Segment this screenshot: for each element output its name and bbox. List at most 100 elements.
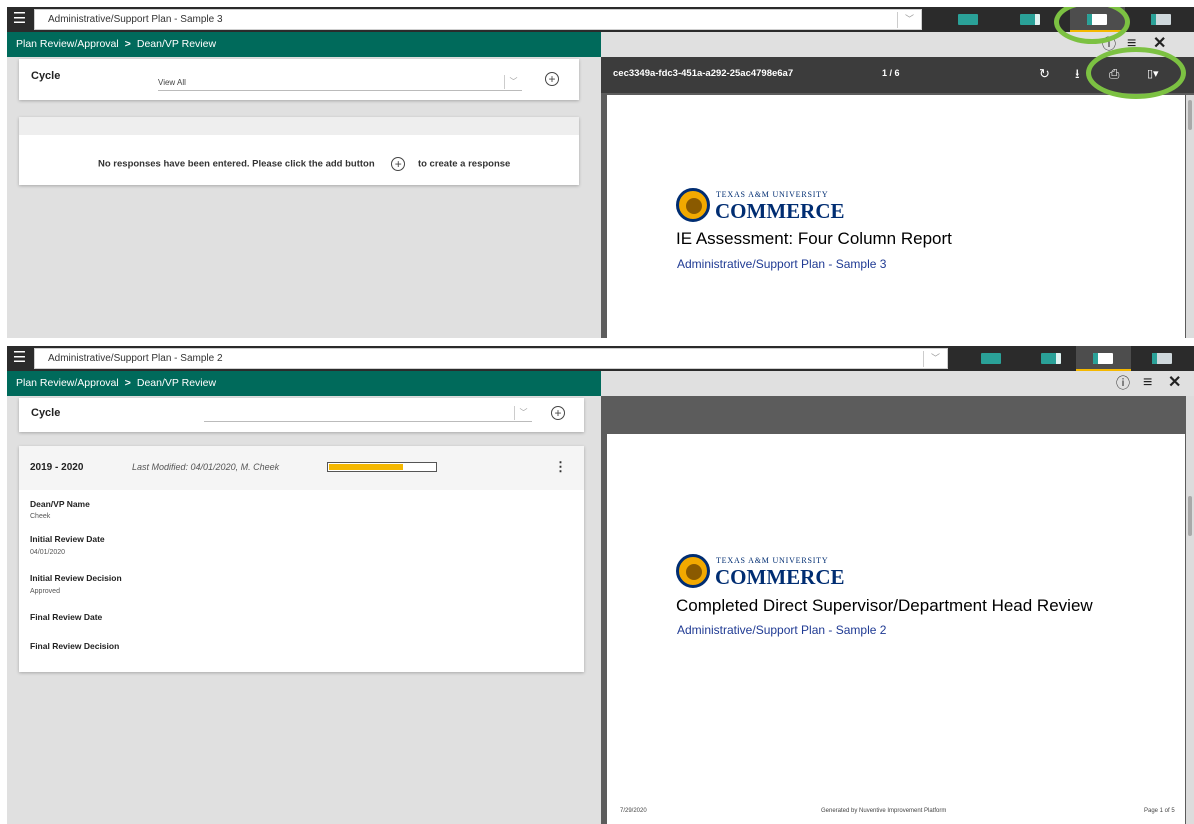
- progress-bar: [327, 462, 437, 472]
- app-header: ☰ Administrative/Support Plan - Sample 3…: [7, 7, 1194, 32]
- pdf-page: TEXAS A&M UNIVERSITY COMMERCE Completed …: [607, 434, 1185, 824]
- footer-date: 7/29/2020: [620, 808, 647, 814]
- field-label-final-review-decision: Final Review Decision: [30, 641, 120, 651]
- pdf-toolbar: [601, 396, 1194, 432]
- hamburger-menu-icon[interactable]: ☰: [7, 7, 32, 32]
- field-value-dean-vp-name: Cheek: [30, 513, 51, 520]
- full-view-icon: [958, 14, 978, 25]
- review-entry-card: 2019 - 2020 Last Modified: 04/01/2020, M…: [19, 446, 584, 672]
- split-view-icon: [1020, 14, 1040, 25]
- entry-header: 2019 - 2020 Last Modified: 04/01/2020, M…: [19, 446, 584, 490]
- last-modified: Last Modified: 04/01/2020, M. Cheek: [132, 462, 280, 472]
- plan-selector[interactable]: Administrative/Support Plan - Sample 2 ﹀: [34, 348, 948, 369]
- scrollbar-thumb[interactable]: [1188, 496, 1192, 536]
- cycle-card: Cycle View All ﹀ +: [19, 59, 579, 100]
- view-half-button[interactable]: [1076, 346, 1131, 371]
- field-label-initial-review-decision: Initial Review Decision: [30, 573, 122, 583]
- cycle-select[interactable]: ﹀: [204, 406, 532, 422]
- chevron-down-icon[interactable]: ﹀: [923, 351, 947, 367]
- cycle-label: Cycle: [31, 70, 61, 82]
- card-header-strip: [19, 117, 579, 135]
- screenshot-sample-2: ☰ Administrative/Support Plan - Sample 2…: [7, 346, 1194, 824]
- pdf-viewer: TEXAS A&M UNIVERSITY COMMERCE Completed …: [601, 396, 1194, 824]
- hamburger-menu-icon[interactable]: ☰: [7, 346, 32, 371]
- document-panel-header: ⓘ ≡ ✕: [601, 371, 1194, 396]
- pdf-scrollbar[interactable]: [1186, 95, 1194, 338]
- chevron-down-icon[interactable]: ﹀: [504, 75, 522, 89]
- lion-logo-icon: [676, 554, 710, 588]
- breadcrumb-separator: >: [124, 377, 131, 389]
- document-title: IE Assessment: Four Column Report: [676, 229, 952, 248]
- full-view-icon: [981, 353, 1001, 364]
- more-options-icon[interactable]: ⋮: [554, 459, 567, 475]
- field-value-initial-review-decision: Approved: [30, 588, 60, 595]
- rotate-icon[interactable]: ↻: [1039, 65, 1050, 83]
- add-cycle-button[interactable]: +: [551, 406, 565, 420]
- logo-text-small: TEXAS A&M UNIVERSITY: [716, 190, 829, 199]
- view-full-button[interactable]: [941, 7, 996, 32]
- pdf-page: TEXAS A&M UNIVERSITY COMMERCE IE Assessm…: [607, 95, 1185, 338]
- breadcrumb-bar: Plan Review/Approval > Dean/VP Review: [7, 32, 601, 57]
- field-label-final-review-date: Final Review Date: [30, 612, 103, 622]
- document-view-icon: [1152, 353, 1172, 364]
- plan-selector[interactable]: Administrative/Support Plan - Sample 3 ﹀: [34, 9, 922, 30]
- half-view-icon: [1093, 353, 1113, 364]
- entry-year: 2019 - 2020: [30, 462, 84, 473]
- footer-page: Page 1 of 5: [1144, 808, 1175, 814]
- lion-logo-icon: [676, 188, 710, 222]
- view-document-button[interactable]: [1135, 346, 1190, 371]
- document-subtitle: Administrative/Support Plan - Sample 3: [677, 257, 887, 271]
- cycle-label: Cycle: [31, 407, 61, 419]
- breadcrumb: Plan Review/Approval > Dean/VP Review: [16, 38, 216, 50]
- breadcrumb-parent[interactable]: Plan Review/Approval: [16, 377, 119, 389]
- document-subtitle: Administrative/Support Plan - Sample 2: [677, 623, 887, 637]
- empty-message-suffix: to create a response: [417, 158, 511, 170]
- download-icon[interactable]: ⭳: [1075, 65, 1080, 83]
- highlight-ring-print-bookmark: [1086, 47, 1186, 99]
- field-label-initial-review-date: Initial Review Date: [30, 534, 105, 544]
- chevron-down-icon[interactable]: ﹀: [514, 406, 532, 420]
- screenshot-sample-3: ☰ Administrative/Support Plan - Sample 3…: [7, 7, 1194, 338]
- university-logo: TEXAS A&M UNIVERSITY COMMERCE: [676, 554, 856, 590]
- view-full-button[interactable]: [964, 346, 1019, 371]
- info-icon[interactable]: ⓘ: [1116, 374, 1130, 392]
- cycle-card: Cycle ﹀ +: [19, 398, 584, 432]
- responses-card: No responses have been entered. Please c…: [19, 117, 579, 185]
- plan-selector-value: Administrative/Support Plan - Sample 3: [48, 14, 223, 25]
- list-icon[interactable]: ≡: [1143, 374, 1152, 392]
- document-view-icon: [1151, 14, 1171, 25]
- cycle-select[interactable]: View All ﹀: [158, 75, 522, 91]
- cycle-select-value: View All: [158, 78, 186, 87]
- breadcrumb-separator: >: [124, 38, 131, 50]
- document-title: Completed Direct Supervisor/Department H…: [676, 596, 1093, 615]
- pdf-viewer: cec3349a-fdc3-451a-a292-25ac4798e6a7 1 /…: [601, 57, 1194, 338]
- app-header: ☰ Administrative/Support Plan - Sample 2…: [7, 346, 1194, 371]
- plan-selector-value: Administrative/Support Plan - Sample 2: [48, 353, 223, 364]
- logo-text-large: COMMERCE: [715, 199, 845, 223]
- breadcrumb-current: Dean/VP Review: [136, 377, 217, 389]
- university-logo: TEXAS A&M UNIVERSITY COMMERCE: [676, 188, 856, 224]
- breadcrumb-current: Dean/VP Review: [136, 38, 217, 50]
- pdf-scrollbar[interactable]: [1186, 396, 1194, 824]
- progress-bar-fill: [329, 464, 403, 470]
- footer-generated: Generated by Nuventive Improvement Platf…: [821, 808, 947, 814]
- add-response-button[interactable]: +: [391, 157, 406, 171]
- empty-message: No responses have been entered. Please c…: [98, 157, 510, 171]
- view-split-button[interactable]: [1024, 346, 1079, 371]
- scrollbar-thumb[interactable]: [1188, 100, 1192, 130]
- empty-message-text: No responses have been entered. Please c…: [98, 158, 375, 170]
- breadcrumb-parent[interactable]: Plan Review/Approval: [16, 38, 119, 50]
- chevron-down-icon[interactable]: ﹀: [897, 12, 921, 28]
- field-label-dean-vp-name: Dean/VP Name: [30, 499, 90, 509]
- add-cycle-button[interactable]: +: [545, 72, 559, 86]
- breadcrumb: Plan Review/Approval > Dean/VP Review: [16, 377, 216, 389]
- close-icon[interactable]: ✕: [1168, 374, 1181, 392]
- view-document-button[interactable]: [1134, 7, 1189, 32]
- split-view-icon: [1041, 353, 1061, 364]
- field-value-initial-review-date: 04/01/2020: [30, 549, 66, 556]
- view-split-button[interactable]: [1003, 7, 1058, 32]
- logo-text-large: COMMERCE: [715, 565, 845, 589]
- page-indicator: 1 / 6: [882, 68, 900, 78]
- logo-text-small: TEXAS A&M UNIVERSITY: [716, 556, 829, 565]
- breadcrumb-bar: Plan Review/Approval > Dean/VP Review: [7, 371, 601, 396]
